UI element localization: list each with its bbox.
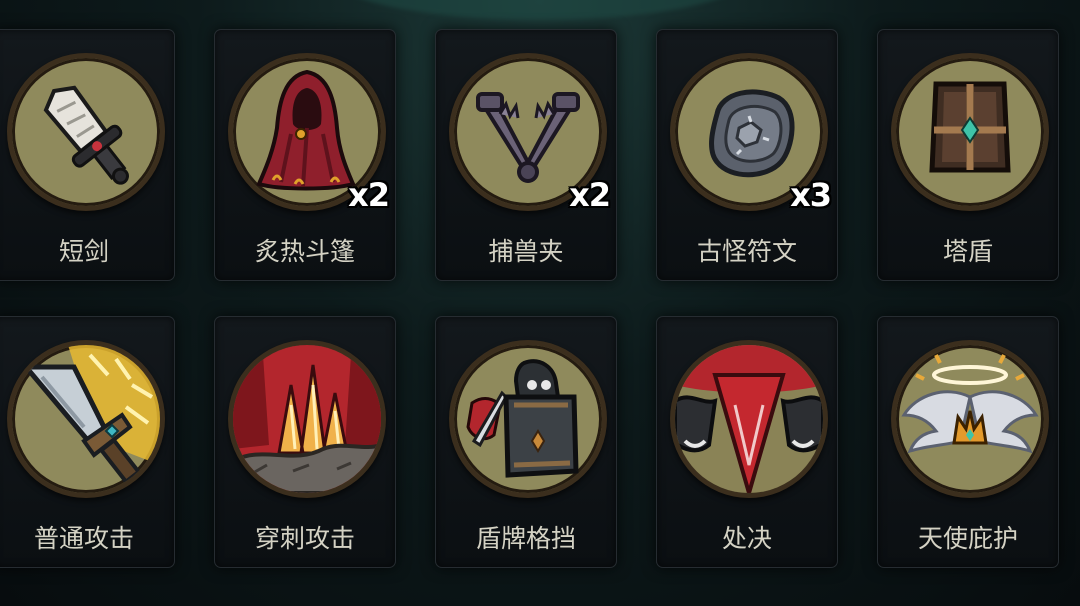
item-label: 塔盾: [942, 237, 993, 266]
medallion-face: [454, 345, 602, 493]
medallion-face: [675, 345, 823, 493]
item-label: 捕兽夹: [488, 237, 564, 266]
dagger-icon: [43, 85, 129, 185]
medallion: [228, 340, 386, 498]
medallion-face: [896, 345, 1044, 493]
basic-attack-icon: [20, 345, 160, 485]
item-card-dagger[interactable]: 短剑: [0, 29, 175, 281]
skill-card-shield-block[interactable]: 盾牌格挡: [435, 316, 617, 568]
skill-label: 天使庇护: [917, 524, 1018, 553]
medallion: [670, 340, 828, 498]
medallion-face: [233, 345, 381, 493]
item-card-trap[interactable]: x2 捕兽夹: [435, 29, 617, 281]
item-label: 短剑: [58, 237, 109, 266]
shield-block-icon: [466, 359, 579, 478]
skill-card-execute[interactable]: 处决: [656, 316, 838, 568]
item-label: 炙热斗篷: [254, 237, 355, 266]
medallion: [7, 340, 165, 498]
medallion-face: [12, 58, 160, 206]
item-count: x2: [569, 176, 611, 214]
skill-label: 穿刺攻击: [254, 524, 355, 553]
skill-label: 普通攻击: [33, 524, 134, 553]
execute-icon: [675, 345, 823, 493]
item-card-cloak[interactable]: x2 炙热斗篷: [214, 29, 396, 281]
inventory-grid: 短剑 x2 炙热斗篷 x2 捕兽夹 x3 古怪符文 塔盾 普通攻击 穿刺攻击 盾…: [0, 0, 1080, 606]
medallion: [449, 340, 607, 498]
skill-card-basic-attack[interactable]: 普通攻击: [0, 316, 175, 568]
item-count: x2: [348, 176, 390, 214]
skill-card-pierce-attack[interactable]: 穿刺攻击: [214, 316, 396, 568]
pierce-attack-icon: [233, 345, 381, 493]
item-count: x3: [790, 176, 832, 214]
medallion-face: [896, 58, 1044, 206]
item-card-tower-shield[interactable]: 塔盾: [877, 29, 1059, 281]
tower-shield-icon: [929, 81, 1011, 173]
item-label: 古怪符文: [696, 237, 797, 266]
medallion: [7, 53, 165, 211]
item-card-rune[interactable]: x3 古怪符文: [656, 29, 838, 281]
skill-card-angel-protection[interactable]: 天使庇护: [877, 316, 1059, 568]
skill-label: 处决: [721, 524, 772, 553]
medallion: [891, 340, 1049, 498]
skill-label: 盾牌格挡: [475, 524, 576, 553]
medallion-face: [12, 345, 160, 493]
angel-protection-icon: [901, 354, 1039, 454]
medallion: [891, 53, 1049, 211]
